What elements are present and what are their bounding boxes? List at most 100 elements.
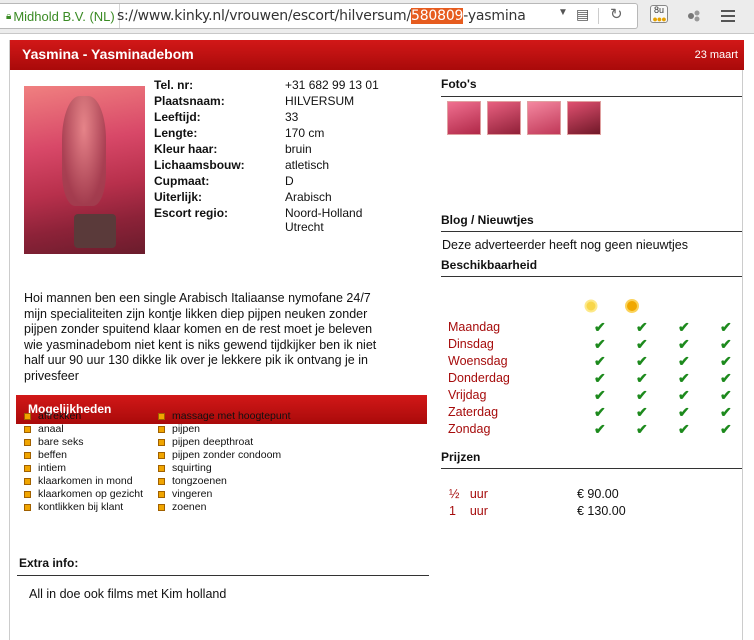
photo-thumbnail[interactable] <box>527 101 561 135</box>
morning-sun-icon <box>584 299 598 313</box>
info-label: Kleur haar: <box>154 142 218 156</box>
service-label: bare seks <box>38 436 84 448</box>
reload-icon[interactable]: ↻ <box>610 5 623 23</box>
check-icon: ✔ <box>678 387 690 403</box>
profile-title: Yasmina - Yasminadebom <box>22 46 194 62</box>
extra-info-text: All in doe ook films met Kim holland <box>29 587 227 601</box>
check-icon: ✔ <box>720 319 732 335</box>
address-bar[interactable]: 🔒︎ Midhold B.V. (NL) https://www.kinky.n… <box>0 3 638 29</box>
check-icon: ✔ <box>678 421 690 437</box>
profile-date: 23 maart <box>694 49 738 61</box>
bullet-icon <box>24 491 31 498</box>
browser-toolbar: 🔒︎ Midhold B.V. (NL) https://www.kinky.n… <box>0 0 754 34</box>
bullet-icon <box>24 504 31 511</box>
info-label: Plaatsnaam: <box>154 94 225 108</box>
day-label: Zondag <box>448 422 491 436</box>
check-icon: ✔ <box>636 319 648 335</box>
service-label: klaarkomen op gezicht <box>38 488 144 500</box>
profile-header: Yasmina - Yasminadebom 23 maart <box>10 40 744 70</box>
check-icon: ✔ <box>720 421 732 437</box>
check-icon: ✔ <box>636 404 648 420</box>
price-duration: 1 uur <box>449 504 488 518</box>
day-label: Dinsdag <box>448 337 494 351</box>
service-label: beffen <box>38 449 68 461</box>
page: Yasmina - Yasminadebom 23 maart Tel. nr:… <box>0 34 754 640</box>
check-icon: ✔ <box>594 336 606 352</box>
menu-icon[interactable] <box>718 6 738 26</box>
bullet-icon <box>24 478 31 485</box>
info-label: Leeftijd: <box>154 110 201 124</box>
service-label: pijpen <box>172 423 201 435</box>
check-icon: ✔ <box>678 336 690 352</box>
beschikbaarheid-heading: Beschikbaarheid <box>441 258 742 277</box>
service-label: massage met hoogtepunt <box>172 410 291 422</box>
bullet-icon <box>158 426 165 433</box>
photo-figure <box>62 96 106 206</box>
price-amount: € 130.00 <box>577 504 626 518</box>
url-selected: 580809 <box>410 8 464 24</box>
afternoon-sun-icon <box>625 299 639 313</box>
info-value: 33 <box>285 110 299 124</box>
bullet-icon <box>158 478 165 485</box>
url-text[interactable]: https://www.kinky.nl/vrouwen/escort/hilv… <box>117 8 552 24</box>
info-value: 170 cm <box>285 126 325 140</box>
blog-heading: Blog / Nieuwtjes <box>441 213 742 232</box>
check-icon: ✔ <box>636 336 648 352</box>
service-label: tongzoenen <box>172 475 227 487</box>
check-icon: ✔ <box>594 387 606 403</box>
check-icon: ✔ <box>720 387 732 403</box>
photo-thumbnail[interactable] <box>487 101 521 135</box>
photo-thumbnail[interactable] <box>447 101 481 135</box>
fotos-heading: Foto's <box>441 77 742 97</box>
check-icon: ✔ <box>678 353 690 369</box>
check-icon: ✔ <box>636 421 648 437</box>
check-icon: ✔ <box>720 404 732 420</box>
service-label: intiem <box>38 462 67 474</box>
extension-badge-icon[interactable]: 8u ●●● <box>650 5 668 24</box>
day-label: Maandag <box>448 320 501 334</box>
check-icon: ✔ <box>678 370 690 386</box>
url-prefix: https://www.kinky.nl/vrouwen/escort/hilv… <box>117 8 411 24</box>
info-label: Escort regio: <box>154 206 229 220</box>
info-label: Tel. nr: <box>154 78 194 92</box>
check-icon: ✔ <box>720 370 732 386</box>
check-icon: ✔ <box>594 421 606 437</box>
service-label: zoenen <box>172 501 207 513</box>
url-dropdown-icon[interactable]: ▼ <box>558 7 568 18</box>
service-label: pijpen deepthroat <box>172 436 254 448</box>
info-label: Lichaamsbouw: <box>154 158 245 172</box>
info-value: +31 682 99 13 01 <box>285 78 379 92</box>
bullet-icon <box>24 426 31 433</box>
check-icon: ✔ <box>678 404 690 420</box>
check-icon: ✔ <box>720 353 732 369</box>
reader-view-icon[interactable]: ▤ <box>576 6 589 23</box>
bullet-icon <box>24 439 31 446</box>
main-photo[interactable] <box>24 86 145 254</box>
check-icon: ✔ <box>720 336 732 352</box>
addon-icon[interactable] <box>684 6 704 26</box>
evening-moon-icon <box>671 300 677 312</box>
bullet-icon <box>24 413 31 420</box>
check-icon: ✔ <box>636 387 648 403</box>
bullet-icon <box>158 491 165 498</box>
info-value: D <box>285 174 294 188</box>
price-duration: ½ uur <box>449 487 488 501</box>
info-value: atletisch <box>285 158 330 172</box>
check-icon: ✔ <box>636 370 648 386</box>
extra-info-heading: Extra info: <box>17 556 429 576</box>
bullet-icon <box>24 452 31 459</box>
bullet-icon <box>158 413 165 420</box>
blog-text: Deze adverteerder heeft nog geen nieuwtj… <box>442 238 688 252</box>
bullet-icon <box>158 504 165 511</box>
photo-thumbnail[interactable] <box>567 101 601 135</box>
bullet-icon <box>24 465 31 472</box>
info-value: Utrecht <box>285 220 324 234</box>
site-identity-button[interactable]: 🔒︎ Midhold B.V. (NL) <box>0 4 120 28</box>
profile-description: Hoi mannen ben een single Arabisch Itali… <box>24 291 377 383</box>
check-icon: ✔ <box>594 353 606 369</box>
bullet-icon <box>158 452 165 459</box>
service-label: klaarkomen in mond <box>38 475 133 487</box>
badge-dots: ●●● <box>652 14 666 24</box>
price-amount: € 90.00 <box>577 487 619 501</box>
night-moon-icon <box>713 300 719 312</box>
